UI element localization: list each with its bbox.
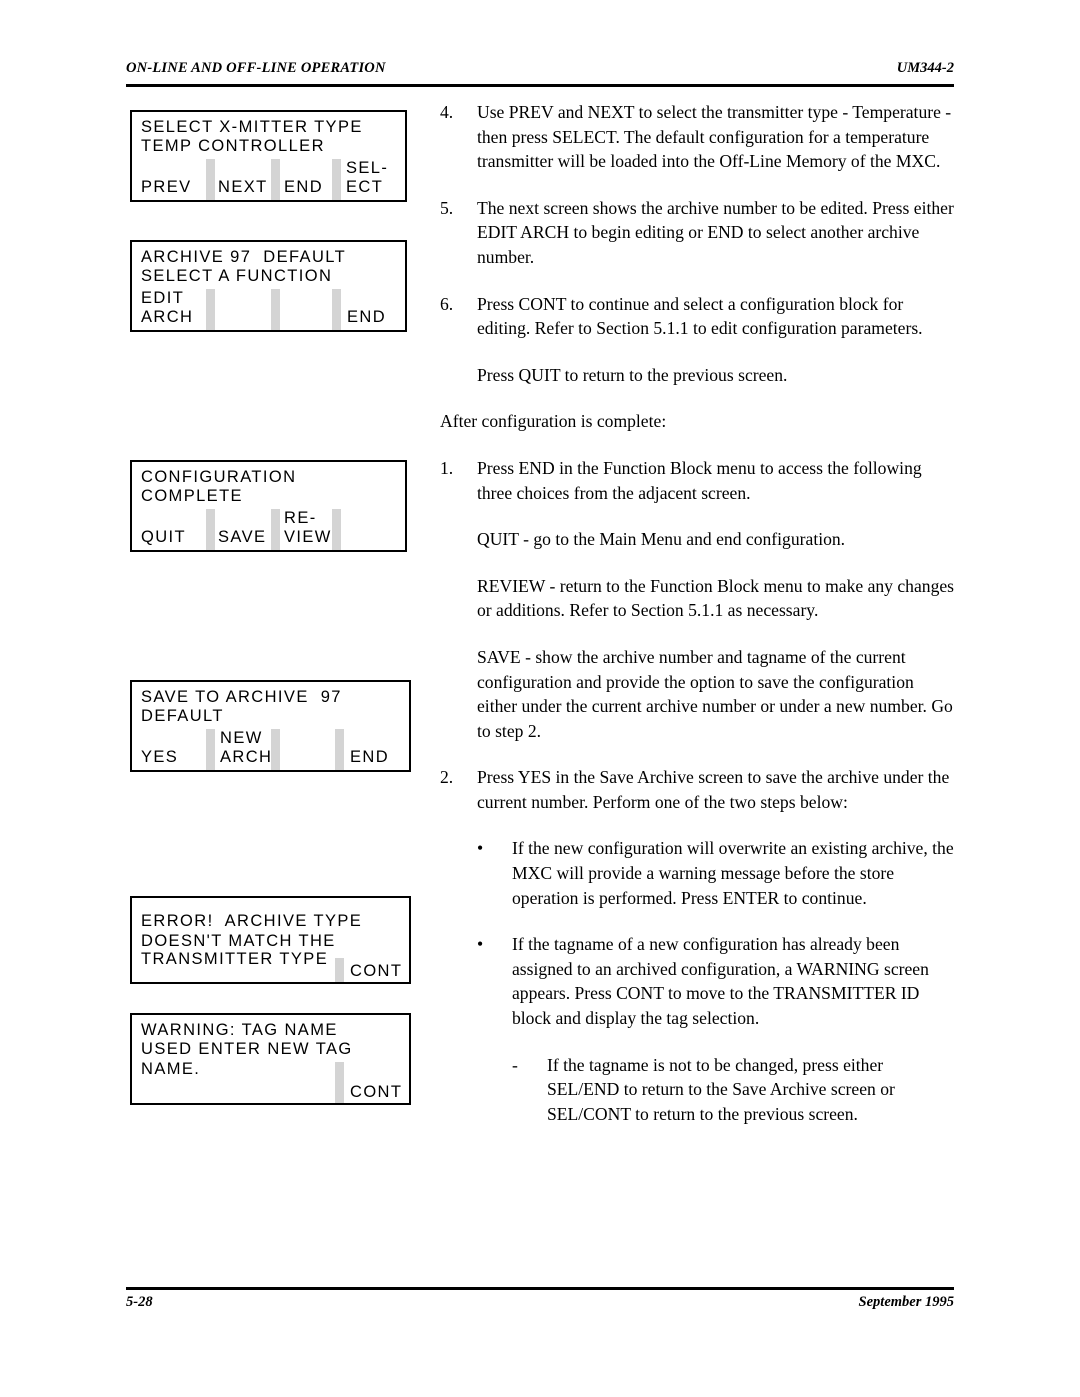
softkey-separator-3: [335, 729, 344, 770]
bullet-item-2-text: If the tagname of a new configuration ha…: [512, 934, 929, 1029]
softkey-quit[interactable]: QUIT: [141, 528, 186, 547]
softkey-separator-2: [271, 159, 280, 200]
list-marker: 5.: [440, 197, 454, 218]
lcd-panel-warning-tag-name: WARNING: TAG NAME USED ENTER NEW TAG NAM…: [130, 1013, 411, 1105]
lcd-line-1: SAVE TO ARCHIVE 97: [141, 688, 342, 706]
softkey-separator-3: [332, 509, 341, 550]
softkey-select-line2[interactable]: ECT: [346, 178, 383, 197]
lcd-panel-configuration-complete: CONFIGURATION COMPLETE QUIT SAVE RE- VIE…: [130, 460, 407, 552]
list-marker: 2.: [440, 767, 454, 788]
softkey-separator-1: [206, 159, 215, 200]
softkey-separator-3: [332, 289, 341, 330]
lcd-line-2: USED ENTER NEW TAG: [141, 1040, 353, 1058]
numbered-item-2-text: Press YES in the Save Archive screen to …: [477, 767, 950, 812]
quit-note-paragraph: Press QUIT to return to the previous scr…: [477, 364, 788, 385]
softkey-prev[interactable]: PREV: [141, 178, 192, 197]
numbered-item-5-text: The next screen shows the archive number…: [477, 197, 954, 267]
header-document-number: UM344-2: [896, 60, 954, 76]
softkey-separator-1: [335, 958, 344, 982]
dash-subitem-1-text: If the tagname is not to be changed, pre…: [547, 1054, 895, 1124]
dash-subitem-1: - If the tagname is not to be changed, p…: [440, 1053, 956, 1127]
softkey-separator-1: [206, 289, 215, 330]
footer-date: September 1995: [858, 1294, 954, 1310]
page-footer: 5-28 September 1995: [126, 1294, 954, 1320]
list-marker: 6.: [440, 293, 454, 314]
softkey-end[interactable]: END: [347, 308, 386, 327]
softkey-edit-arch-line2[interactable]: ARCH: [141, 308, 193, 327]
lcd-line-1: SELECT X-MITTER TYPE: [141, 118, 363, 136]
header-divider-rule: [126, 84, 954, 87]
numbered-item-4: 4. Use PREV and NEXT to select the trans…: [440, 100, 956, 174]
numbered-item-1-text: Press END in the Function Block menu to …: [477, 457, 922, 503]
softkey-yes[interactable]: YES: [141, 748, 178, 767]
numbered-item-1: 1. Press END in the Function Block menu …: [440, 456, 956, 505]
softkey-separator-1: [206, 729, 215, 770]
numbered-item-2: 2. Press YES in the Save Archive screen …: [440, 765, 956, 814]
softkey-edit-arch-line1[interactable]: EDIT: [141, 289, 184, 308]
lcd-panel-save-to-archive: SAVE TO ARCHIVE 97 DEFAULT YES NEW ARCH …: [130, 680, 411, 772]
softkey-save[interactable]: SAVE: [218, 528, 266, 547]
numbered-item-6-text: Press CONT to continue and select a conf…: [477, 293, 923, 339]
softkey-separator-1: [335, 1062, 344, 1103]
softkey-cont[interactable]: CONT: [350, 1083, 402, 1102]
document-page: ON-LINE AND OFF-LINE OPERATION UM344-2 S…: [0, 0, 1080, 1397]
lcd-line-2: COMPLETE: [141, 487, 243, 505]
lcd-line-2: DOESN'T MATCH THE: [141, 932, 336, 950]
lcd-line-1: CONFIGURATION: [141, 468, 297, 486]
numbered-item-4-text: Use PREV and NEXT to select the transmit…: [477, 102, 952, 172]
lcd-panel-select-xmitter-type: SELECT X-MITTER TYPE TEMP CONTROLLER PRE…: [130, 110, 407, 202]
bullet-marker-icon: •: [477, 934, 484, 955]
lcd-panel-archive-select-function: ARCHIVE 97 DEFAULT SELECT A FUNCTION EDI…: [130, 240, 407, 332]
after-configuration-paragraph: After configuration is complete:: [440, 411, 667, 432]
list-marker: 1.: [440, 457, 454, 478]
quit-choice-paragraph: QUIT - go to the Main Menu and end confi…: [477, 529, 846, 550]
bullet-item-1: • If the new configuration will overwrit…: [440, 836, 956, 910]
bullet-item-1-text: If the new configuration will overwrite …: [512, 838, 954, 908]
softkey-select-line1[interactable]: SEL-: [346, 159, 388, 178]
softkey-new-arch-line1[interactable]: NEW: [220, 729, 263, 748]
lcd-line-3: NAME.: [141, 1060, 201, 1078]
body-text-column: 4. Use PREV and NEXT to select the trans…: [440, 100, 956, 1148]
review-choice-paragraph: REVIEW - return to the Function Block me…: [477, 575, 955, 621]
save-choice-paragraph: SAVE - show the archive number and tagna…: [477, 646, 953, 741]
bullet-item-2: • If the tagname of a new configuration …: [440, 932, 956, 1030]
softkey-separator-3: [332, 159, 341, 200]
softkey-separator-2: [271, 289, 280, 330]
softkey-end[interactable]: END: [350, 748, 389, 767]
softkey-separator-2: [271, 509, 280, 550]
page-header: ON-LINE AND OFF-LINE OPERATION UM344-2: [126, 60, 954, 86]
numbered-item-5: 5. The next screen shows the archive num…: [440, 196, 956, 270]
footer-page-number: 5-28: [126, 1294, 153, 1310]
lcd-line-2: SELECT A FUNCTION: [141, 267, 333, 285]
list-marker: 4.: [440, 102, 454, 122]
softkey-next[interactable]: NEXT: [218, 178, 268, 197]
header-section-title: ON-LINE AND OFF-LINE OPERATION: [126, 60, 386, 76]
softkey-review-line1[interactable]: RE-: [284, 509, 317, 528]
lcd-line-2: TEMP CONTROLLER: [141, 137, 325, 155]
lcd-line-1: WARNING: TAG NAME: [141, 1021, 338, 1039]
numbered-item-6: 6. Press CONT to continue and select a c…: [440, 292, 956, 341]
lcd-panel-error-archive-type: ERROR! ARCHIVE TYPE DOESN'T MATCH THE TR…: [130, 896, 411, 984]
softkey-end[interactable]: END: [284, 178, 323, 197]
softkey-separator-1: [206, 509, 215, 550]
softkey-cont[interactable]: CONT: [350, 962, 402, 981]
lcd-line-1: ARCHIVE 97 DEFAULT: [141, 248, 347, 266]
dash-marker-icon: -: [512, 1054, 518, 1075]
lcd-line-1: ERROR! ARCHIVE TYPE: [141, 912, 363, 930]
lcd-line-3: TRANSMITTER TYPE: [141, 950, 329, 968]
softkey-new-arch-line2[interactable]: ARCH: [220, 748, 272, 767]
softkey-review-line2[interactable]: VIEW: [284, 528, 332, 547]
bullet-marker-icon: •: [477, 838, 484, 859]
lcd-line-2: DEFAULT: [141, 707, 224, 725]
footer-divider-rule: [126, 1287, 954, 1290]
